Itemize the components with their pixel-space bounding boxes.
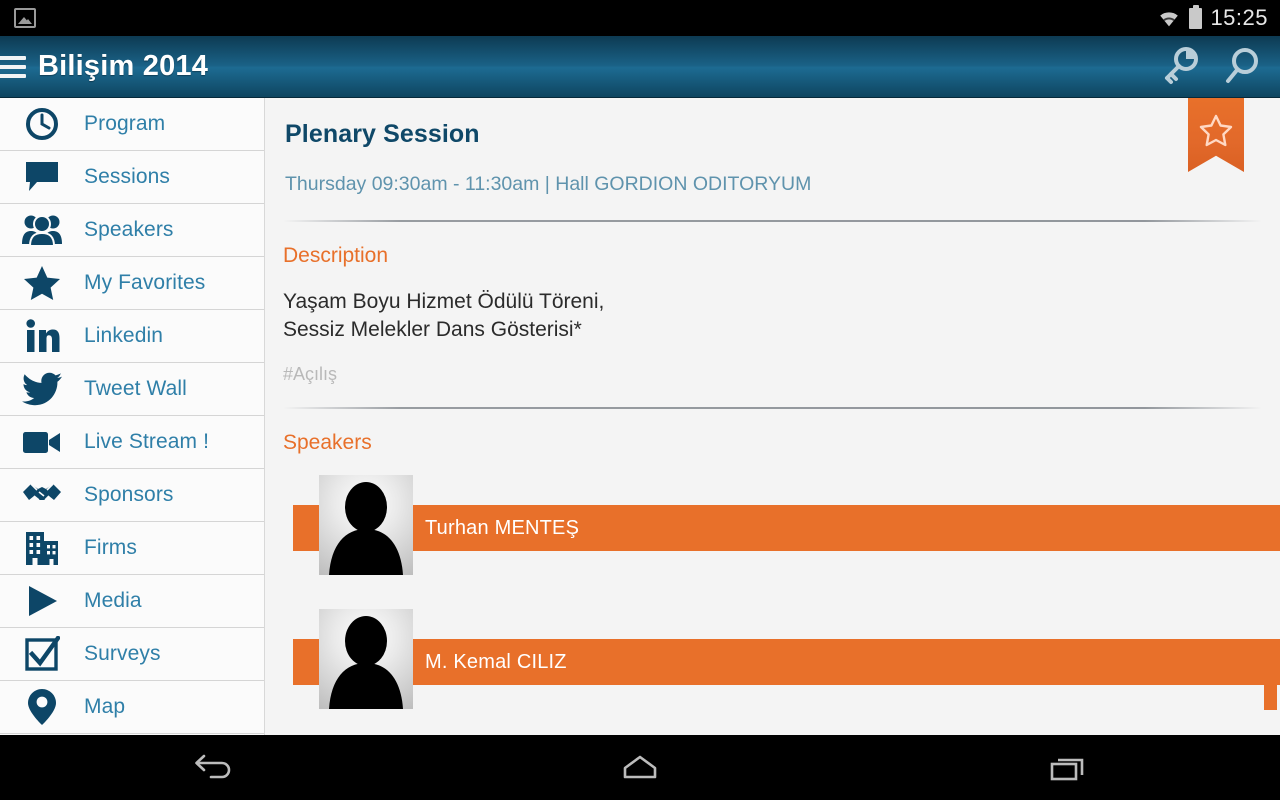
system-navigation-bar bbox=[0, 735, 1280, 800]
avatar[interactable] bbox=[319, 475, 413, 575]
image-notification-icon bbox=[14, 8, 36, 28]
search-icon[interactable] bbox=[1218, 43, 1266, 91]
hamburger-menu-icon[interactable] bbox=[0, 55, 26, 78]
sidebar-item-tweet-wall[interactable]: Tweet Wall bbox=[0, 363, 264, 416]
home-button[interactable] bbox=[565, 751, 715, 785]
clock-icon bbox=[0, 106, 84, 142]
description-hashtag: #Açılış bbox=[283, 364, 338, 384]
action-bar-actions bbox=[1156, 43, 1280, 91]
speaker-name: Turhan MENTEŞ bbox=[425, 516, 580, 539]
recents-button[interactable] bbox=[992, 751, 1142, 785]
status-bar: 15:25 bbox=[0, 0, 1280, 36]
sidebar-item-label: Sessions bbox=[84, 165, 171, 188]
speech-bubble-icon bbox=[0, 160, 84, 194]
sidebar-item-label: Live Stream ! bbox=[84, 430, 210, 453]
home-icon bbox=[623, 755, 657, 778]
sidebar-navigation[interactable]: Program Sessions Speakers My Favorites L… bbox=[0, 98, 265, 735]
sidebar-item-map[interactable]: Map bbox=[0, 681, 264, 734]
sidebar-item-linkedin[interactable]: Linkedin bbox=[0, 310, 264, 363]
description-line-1: Yaşam Boyu Hizmet Ödülü Töreni, bbox=[283, 290, 605, 313]
back-button[interactable] bbox=[138, 751, 288, 785]
sidebar-item-my-favorites[interactable]: My Favorites bbox=[0, 257, 264, 310]
person-silhouette-icon bbox=[329, 482, 403, 575]
checkbox-checked-icon bbox=[0, 636, 84, 672]
app-title: Bilişim 2014 bbox=[38, 50, 209, 82]
twitter-bird-icon bbox=[0, 372, 84, 406]
sidebar-item-firms[interactable]: Firms bbox=[0, 522, 264, 575]
description-line-2: Sessiz Melekler Dans Gösterisi* bbox=[283, 318, 582, 341]
description-heading: Description bbox=[283, 244, 389, 267]
sidebar-item-program[interactable]: Program bbox=[0, 98, 264, 151]
recent-apps-icon bbox=[1050, 758, 1083, 780]
linkedin-icon bbox=[0, 318, 84, 354]
back-arrow-icon bbox=[195, 754, 231, 778]
sidebar-item-media[interactable]: Media bbox=[0, 575, 264, 628]
person-silhouette-icon bbox=[329, 616, 403, 709]
sidebar-item-sponsors[interactable]: Sponsors bbox=[0, 469, 264, 522]
list-item[interactable]: Turhan MENTEŞ bbox=[283, 475, 1280, 575]
description-section: Description Yaşam Boyu Hizmet Ödülü Töre… bbox=[265, 222, 1280, 385]
handshake-icon bbox=[0, 479, 84, 511]
sidebar-item-label: Media bbox=[84, 589, 142, 612]
vertical-scrollbar-thumb[interactable] bbox=[1264, 640, 1277, 710]
people-icon bbox=[0, 213, 84, 247]
speakers-heading: Speakers bbox=[283, 431, 372, 454]
device-screen: 15:25 Bilişim 2014 Program Sessions Spea… bbox=[0, 0, 1280, 800]
body-area: Program Sessions Speakers My Favorites L… bbox=[0, 98, 1280, 735]
speakers-section: Speakers Turhan MENTEŞ M. Kemal CILIZ bbox=[265, 409, 1280, 709]
wifi-icon bbox=[1160, 12, 1179, 27]
battery-icon bbox=[1189, 4, 1203, 29]
sidebar-item-label: Program bbox=[84, 112, 166, 135]
sidebar-item-sessions[interactable]: Sessions bbox=[0, 151, 264, 204]
video-camera-icon bbox=[0, 428, 84, 456]
page-title: Plenary Session bbox=[285, 120, 480, 148]
sidebar-item-label: Surveys bbox=[84, 642, 161, 665]
star-icon bbox=[0, 265, 84, 301]
key-icon[interactable] bbox=[1156, 43, 1204, 91]
star-icon bbox=[1199, 114, 1233, 147]
speaker-bar[interactable]: M. Kemal CILIZ bbox=[293, 639, 1280, 685]
list-item[interactable]: M. Kemal CILIZ bbox=[283, 609, 1280, 709]
sidebar-item-label: Speakers bbox=[84, 218, 174, 241]
status-bar-clock: 15:25 bbox=[1210, 5, 1268, 30]
action-bar: Bilişim 2014 bbox=[0, 36, 1280, 98]
status-bar-right: 15:25 bbox=[1157, 4, 1280, 31]
sidebar-item-live-stream[interactable]: Live Stream ! bbox=[0, 416, 264, 469]
play-icon bbox=[0, 584, 84, 618]
session-detail-panel: Plenary Session Thursday 09:30am - 11:30… bbox=[265, 98, 1280, 735]
sidebar-item-label: Map bbox=[84, 695, 126, 718]
sidebar-item-label: Sponsors bbox=[84, 483, 174, 506]
avatar[interactable] bbox=[319, 609, 413, 709]
sidebar-item-label: Linkedin bbox=[84, 324, 164, 347]
sidebar-item-label: Tweet Wall bbox=[84, 377, 187, 400]
sidebar-item-surveys[interactable]: Surveys bbox=[0, 628, 264, 681]
session-header: Plenary Session Thursday 09:30am - 11:30… bbox=[265, 98, 1280, 196]
session-meta: Thursday 09:30am - 11:30am | Hall GORDIO… bbox=[285, 173, 812, 195]
speaker-name: M. Kemal CILIZ bbox=[425, 650, 567, 673]
sidebar-item-label: My Favorites bbox=[84, 271, 206, 294]
buildings-icon bbox=[0, 530, 84, 566]
map-pin-icon bbox=[0, 688, 84, 726]
status-bar-left bbox=[0, 8, 36, 28]
speaker-bar[interactable]: Turhan MENTEŞ bbox=[293, 505, 1280, 551]
favorite-star-ribbon[interactable] bbox=[1188, 98, 1244, 172]
sidebar-item-label: Firms bbox=[84, 536, 137, 559]
sidebar-item-speakers[interactable]: Speakers bbox=[0, 204, 264, 257]
